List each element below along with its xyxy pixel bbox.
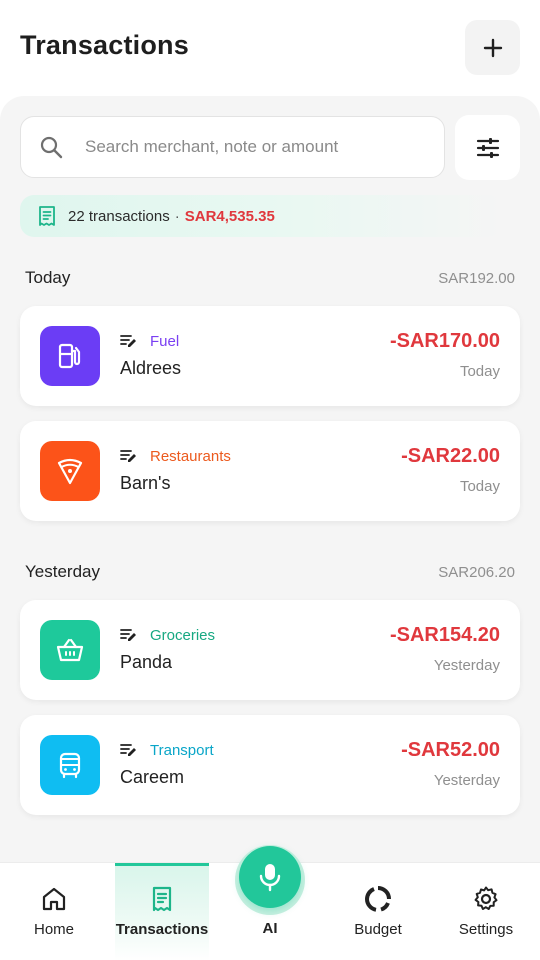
gear-icon: [474, 886, 498, 910]
transaction-card[interactable]: Fuel Aldrees -SAR170.00 Today: [20, 306, 520, 406]
category-label: Fuel: [150, 332, 180, 350]
merchant-name: Barn's: [120, 473, 171, 493]
category-icon-box: [40, 620, 100, 680]
transaction-amount: -SAR154.20: [389, 624, 500, 646]
merchant-name: Panda: [120, 652, 173, 672]
merchant-name: Aldrees: [120, 358, 182, 378]
category-label: Restaurants: [150, 447, 231, 465]
search-icon: [40, 136, 63, 159]
ai-voice-button[interactable]: [239, 846, 301, 908]
sliders-icon: [476, 137, 499, 158]
section-title: Yesterday: [25, 562, 100, 581]
transaction-date: Yesterday: [433, 772, 500, 789]
receipt-icon: [152, 886, 172, 912]
nav-label: Transactions: [115, 921, 209, 938]
section-title: Today: [25, 268, 71, 287]
transaction-card[interactable]: Transport Careem -SAR52.00 Yesterday: [20, 715, 520, 815]
page-title: Transactions: [20, 30, 189, 60]
transaction-category: Groceries: [120, 626, 215, 644]
nav-label: Home: [33, 921, 74, 938]
transaction-date: Yesterday: [433, 657, 500, 674]
transaction-category: Restaurants: [120, 447, 231, 465]
merchant-name: Careem: [120, 767, 185, 787]
bus-icon: [59, 752, 81, 779]
basket-icon: [56, 638, 84, 662]
section-header-yesterday: Yesterday SAR206.20: [25, 562, 515, 582]
nav-item-home[interactable]: Home: [0, 863, 108, 960]
transaction-category: Transport: [120, 741, 214, 759]
plus-icon: [483, 38, 502, 57]
note-icon: [120, 629, 136, 641]
transactions-content[interactable]: 22 transactions · SAR4,535.35 Today SAR1…: [0, 96, 540, 960]
section-header-today: Today SAR192.00: [25, 268, 515, 288]
receipt-icon: [39, 206, 55, 226]
summary-banner: 22 transactions · SAR4,535.35: [20, 195, 502, 237]
transaction-card[interactable]: Restaurants Barn's -SAR22.00 Today: [20, 421, 520, 521]
summary-separator: ·: [174, 207, 180, 225]
home-icon: [42, 887, 66, 911]
donut-chart-icon: [364, 886, 391, 912]
nav-item-budget[interactable]: Budget: [324, 863, 432, 960]
transaction-amount: -SAR170.00: [389, 330, 500, 352]
note-icon: [120, 450, 136, 462]
transaction-card[interactable]: Groceries Panda -SAR154.20 Yesterday: [20, 600, 520, 700]
summary-total: SAR4,535.35: [184, 207, 275, 225]
note-icon: [120, 335, 136, 347]
transaction-date: Today: [459, 478, 500, 495]
add-transaction-button[interactable]: [465, 20, 520, 75]
search-input[interactable]: [85, 137, 405, 157]
nav-item-settings[interactable]: Settings: [432, 863, 540, 960]
nav-label-ai[interactable]: AI: [240, 920, 300, 937]
section-total: SAR206.20: [438, 563, 515, 581]
fuel-pump-icon: [58, 343, 81, 369]
category-icon-box: [40, 326, 100, 386]
nav-label: Settings: [458, 921, 514, 938]
transaction-amount: -SAR52.00: [401, 739, 500, 761]
nav-item-transactions[interactable]: Transactions: [115, 863, 209, 960]
category-icon-box: [40, 735, 100, 795]
category-label: Transport: [150, 741, 214, 759]
search-box[interactable]: [20, 116, 445, 178]
category-label: Groceries: [150, 626, 216, 644]
pizza-icon: [57, 458, 83, 485]
transaction-amount: -SAR22.00: [401, 445, 500, 467]
note-icon: [120, 744, 136, 756]
transaction-date: Today: [459, 363, 500, 380]
category-icon-box: [40, 441, 100, 501]
microphone-icon: [259, 864, 281, 892]
transaction-count: 22 transactions: [68, 207, 170, 225]
section-total: SAR192.00: [438, 269, 515, 287]
transaction-category: Fuel: [120, 332, 179, 350]
nav-label: Budget: [354, 921, 402, 938]
filter-button[interactable]: [455, 115, 520, 180]
app-header: Transactions: [0, 0, 540, 96]
